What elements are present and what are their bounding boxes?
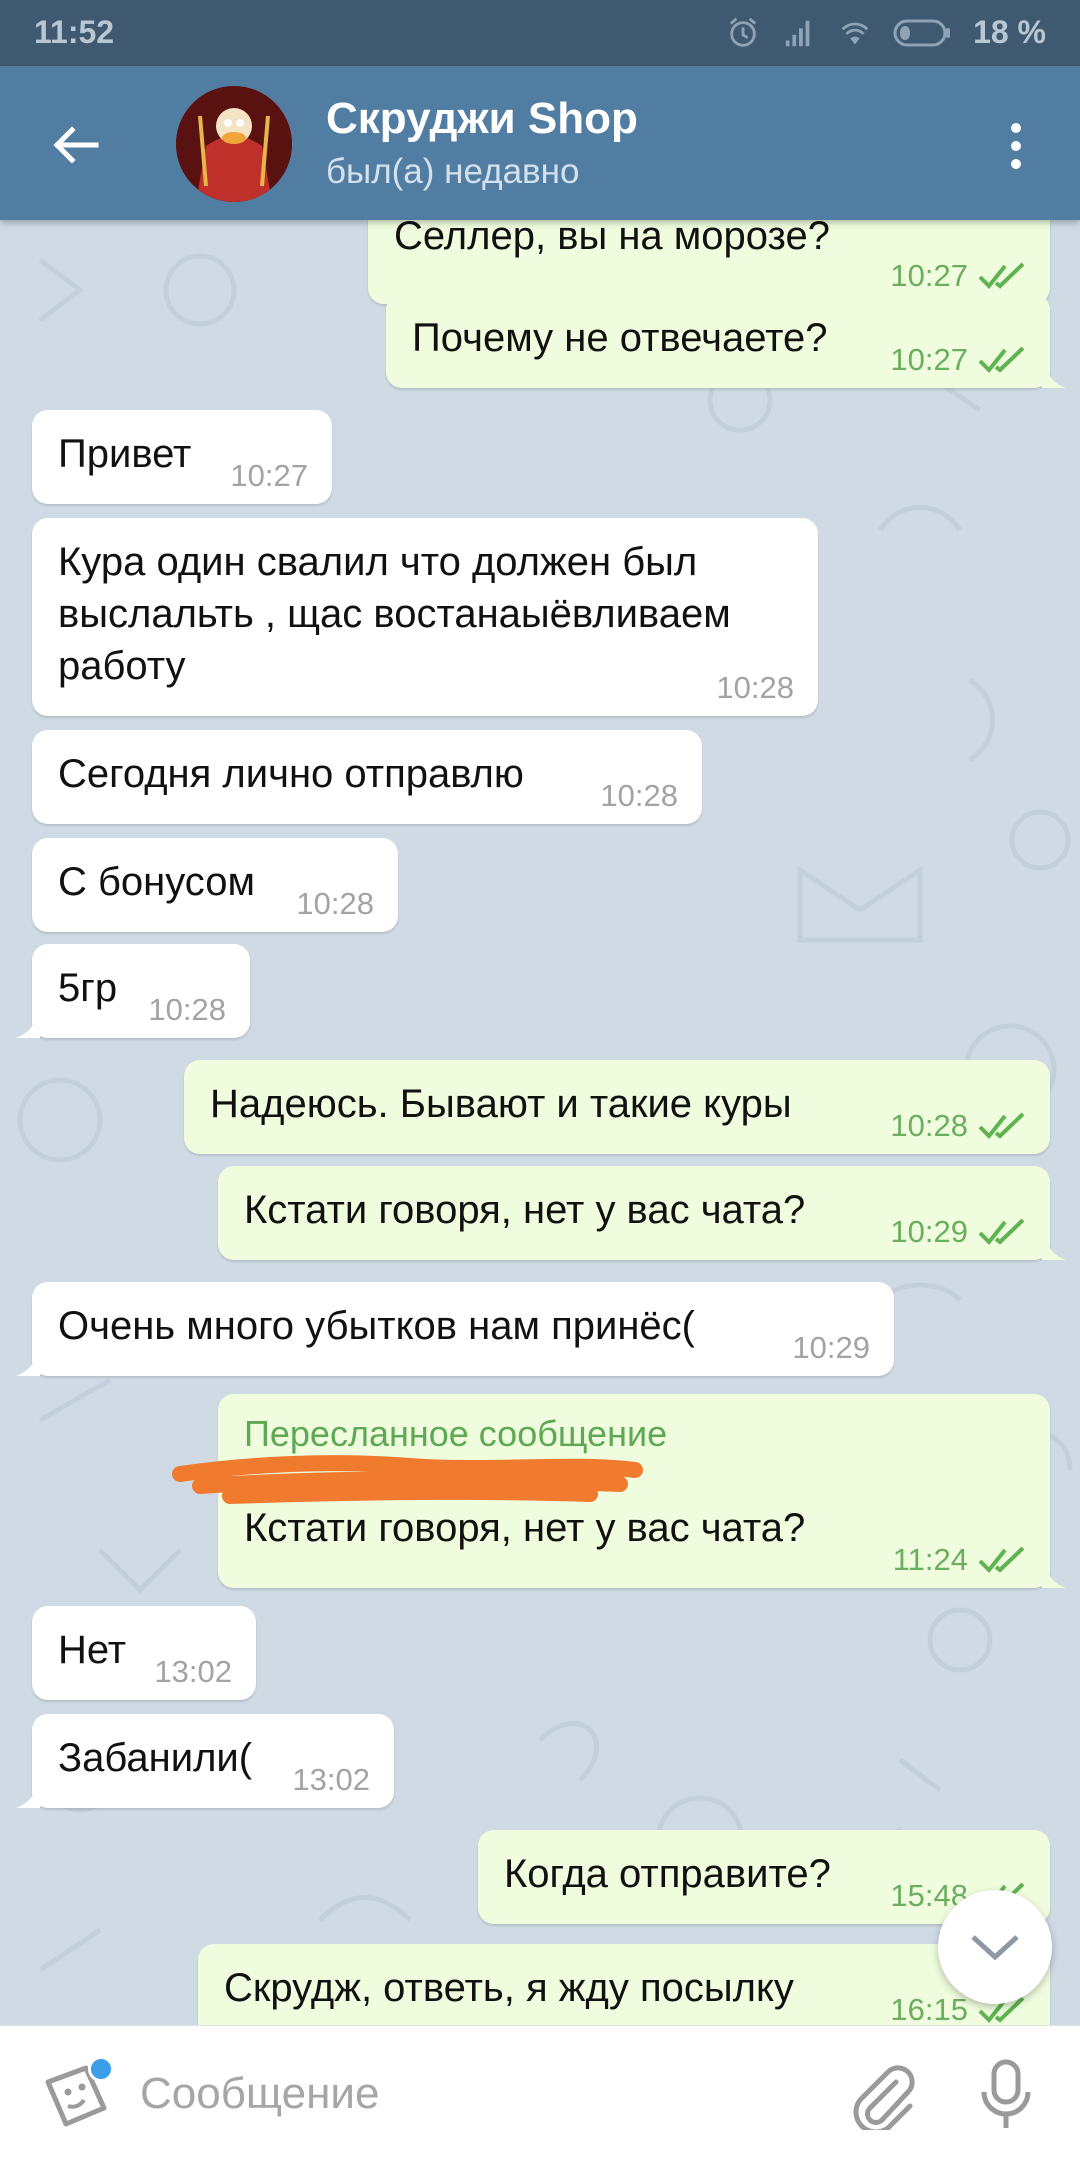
back-arrow-icon[interactable] [40,110,110,180]
avatar-image [176,86,292,202]
message-meta: 10:27 [230,460,308,492]
message-text: Почему не отвечаете? [412,316,828,360]
message-list[interactable]: Селлер, вы на морозе? 10:27 Почему не от… [0,220,1080,2025]
message-incoming[interactable]: С бонусом 10:28 [32,838,398,932]
message-text: Привет [58,432,192,476]
message-incoming[interactable]: Кура один свалил что должен был выслальт… [32,518,818,716]
status-bar: 11:52 18 % [0,0,1080,66]
message-text: С бонусом [58,860,255,904]
message-meta: 10:29 [792,1332,870,1364]
message-outgoing[interactable]: Почему не отвечаете? 10:27 [386,294,1066,388]
chat-title[interactable]: Скруджи Shop [326,94,638,144]
message-time: 10:28 [890,1108,968,1143]
bubble-tail [1042,1560,1066,1588]
message-time: 13:02 [154,1654,232,1689]
message-meta: 13:02 [292,1764,370,1796]
message-time: 10:28 [600,778,678,813]
message-time: 10:29 [890,1214,968,1249]
message-time: 10:27 [890,342,968,377]
message-time: 10:27 [230,458,308,493]
message-outgoing[interactable]: Селлер, вы на морозе? 10:27 [368,220,1050,304]
message-outgoing[interactable]: Скрудж, ответь, я жду посылку 16:15 [198,1944,1050,2025]
scroll-down-button[interactable] [938,1890,1052,2004]
message-time: 16:15 [890,1992,968,2026]
double-check-icon [978,346,1025,373]
message-text: Кстати говоря, нет у вас чата? [244,1188,806,1232]
message-text: Надеюсь. Бывают и такие куры [210,1082,792,1126]
message-meta: 10:28 [296,888,374,920]
message-incoming[interactable]: 5гр 10:28 [16,944,250,1038]
message-text: Забанили( [58,1736,253,1780]
message-outgoing[interactable]: Кстати говоря, нет у вас чата? 10:29 [218,1166,1066,1260]
message-time: 11:24 [892,1542,968,1577]
message-meta: 10:28 [600,780,678,812]
new-stickers-badge [88,2056,114,2082]
message-text: Сегодня лично отправлю [58,752,524,796]
message-meta: 10:29 [890,1216,1026,1248]
message-text: Скрудж, ответь, я жду посылку [224,1966,794,2010]
battery-icon [893,19,951,46]
message-time: 13:02 [292,1762,370,1797]
double-check-icon [978,1112,1025,1139]
message-incoming[interactable]: Очень много убытков нам принёс( 10:29 [16,1282,894,1376]
mic-icon[interactable] [976,2058,1036,2132]
message-text: Нет [58,1628,127,1672]
double-check-icon [978,1546,1025,1573]
battery-percent: 18 % [973,14,1046,50]
message-time: 10:28 [296,886,374,921]
chat-status: был(а) недавно [326,152,580,191]
message-time: 10:28 [716,670,794,705]
message-time: 10:27 [890,258,968,293]
message-incoming[interactable]: Сегодня лично отправлю 10:28 [32,730,702,824]
chat-header: Скруджи Shop был(а) недавно [0,66,1080,220]
status-icons: 18 % [725,14,1046,51]
message-input-bar [0,2025,1080,2160]
avatar[interactable] [176,86,292,202]
message-meta: 10:27 [890,344,1026,376]
message-meta: 10:28 [890,1110,1026,1142]
redaction-scribble [172,1455,643,1504]
signal-icon [785,20,810,46]
bubble-tail [1042,360,1066,388]
attach-icon[interactable] [846,2060,916,2130]
alarm-icon [729,17,757,47]
bubble-tail [16,1348,40,1376]
double-check-icon [978,262,1025,289]
chevron-down-icon [971,1935,1019,1961]
message-text: Кура один свалил что должен был выслальт… [58,540,731,688]
message-meta: 10:28 [148,994,226,1026]
more-vert-icon[interactable] [988,116,1044,176]
message-incoming[interactable]: Забанили( 13:02 [16,1714,394,1808]
message-time: 10:29 [792,1330,870,1365]
wifi-icon [841,22,869,44]
message-text: 5гр [58,966,118,1010]
bubble-tail [1042,1232,1066,1260]
double-check-icon [978,1218,1025,1245]
message-input[interactable] [140,2064,820,2124]
message-meta: 13:02 [154,1656,232,1688]
message-text: Очень много убытков нам принёс( [58,1304,695,1348]
message-time: 10:28 [148,992,226,1027]
bubble-tail [16,1010,40,1038]
message-incoming[interactable]: Нет 13:02 [32,1606,256,1700]
message-meta: 10:28 [716,672,794,704]
message-incoming[interactable]: Привет 10:27 [32,410,332,504]
message-outgoing[interactable]: Надеюсь. Бывают и такие куры 10:28 [184,1060,1050,1154]
message-text: Когда отправите? [504,1852,831,1896]
message-meta: 10:27 [890,260,1026,292]
message-text: Селлер, вы на морозе? [394,220,830,258]
bubble-tail [16,1780,40,1808]
message-meta: 11:24 [893,1544,1026,1576]
status-time: 11:52 [34,14,115,50]
